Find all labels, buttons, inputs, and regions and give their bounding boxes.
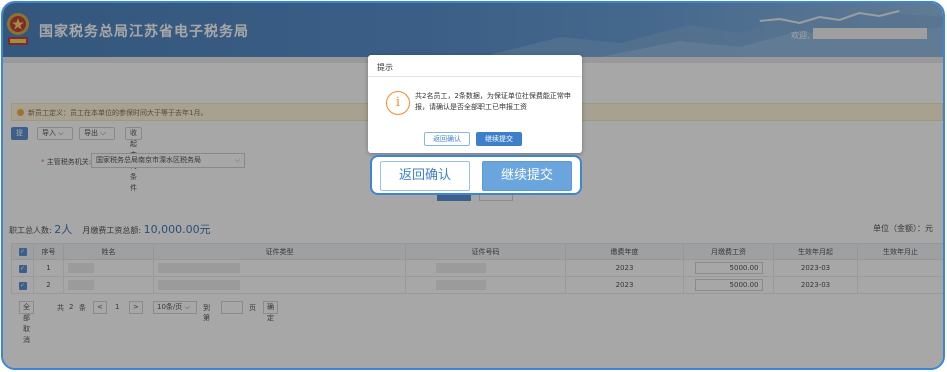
dialog-message: 共2名员工，2条数据，为保证单位社保费能正常申报，请确认是否全部职工已申报工资 (415, 92, 571, 111)
continue-submit-button[interactable]: 继续提交 (476, 132, 522, 146)
back-confirm-button[interactable]: 返回确认 (424, 132, 470, 146)
info-icon: i (386, 91, 410, 115)
dialog-title: 提示 (377, 63, 393, 72)
back-confirm-button-zoomed[interactable]: 返回确认 (380, 161, 470, 191)
app-frame: 国家税务总局江苏省电子税务局 欢迎, 新员工定义：员工在本单位的参保时间大于等于… (1, 1, 945, 370)
divider (368, 76, 582, 77)
zoomed-buttons-callout: 返回确认 继续提交 (370, 155, 582, 195)
confirm-dialog: 提示 i 共2名员工，2条数据，为保证单位社保费能正常申报，请确认是否全部职工已… (368, 55, 582, 153)
continue-submit-button-zoomed[interactable]: 继续提交 (482, 161, 572, 191)
